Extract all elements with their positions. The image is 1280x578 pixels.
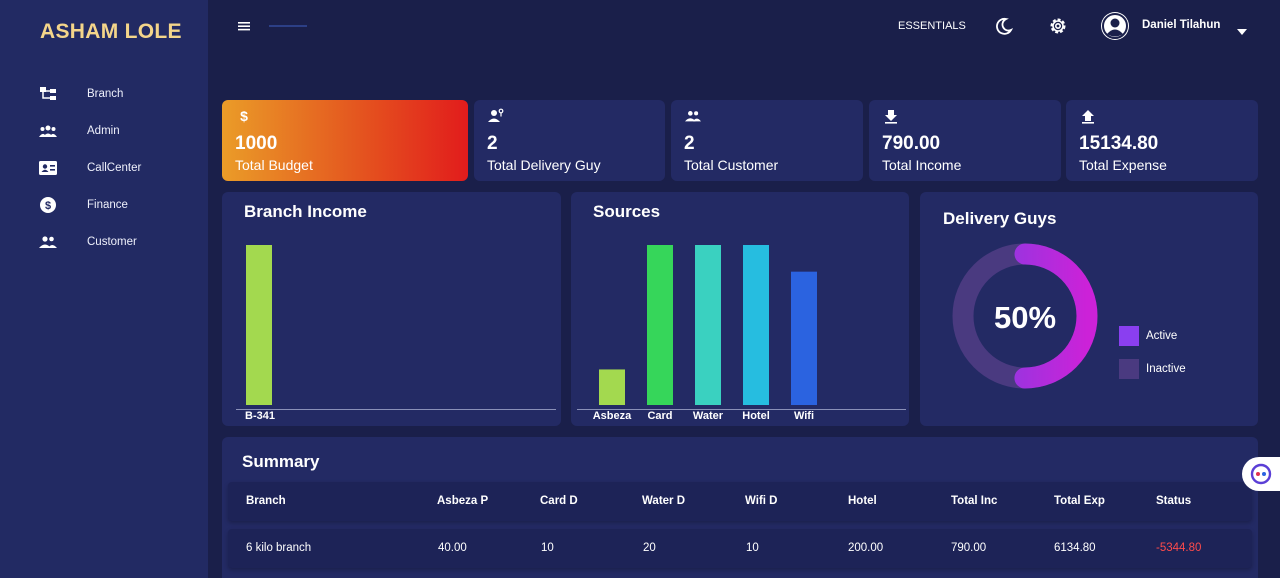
moon-icon[interactable]: [995, 17, 1014, 35]
sources-chart: Asbeza Card Water Hotel Wifi: [577, 245, 906, 422]
branch-income-panel: Branch Income B-341: [222, 192, 561, 426]
bar-b-341[interactable]: [246, 245, 272, 405]
stat-card-total-income[interactable]: 790.00 Total Income: [869, 100, 1061, 181]
column-header[interactable]: Wifi D: [745, 495, 777, 507]
stat-label: Total Income: [882, 157, 962, 173]
table-cell: 6134.80: [1054, 542, 1096, 554]
stat-label: Total Customer: [684, 157, 779, 173]
brand-logo[interactable]: ASHAM LOLE: [40, 20, 182, 44]
stat-card-total-delivery-guy[interactable]: 2 Total Delivery Guy: [474, 100, 665, 181]
status-value: -5344.80: [1156, 542, 1202, 554]
legend-swatch: [1119, 359, 1139, 379]
x-tick-label: Wifi: [794, 410, 814, 422]
upload-icon: [1080, 108, 1096, 124]
svg-text:$: $: [240, 108, 248, 124]
column-header[interactable]: Total Inc: [951, 495, 997, 507]
table-header: Branch Asbeza P Card D Water D Wifi D Ho…: [228, 482, 1252, 521]
user-avatar-icon[interactable]: [1101, 12, 1129, 40]
delivery-guys-donut: 50%: [952, 243, 1098, 389]
sidebar-item-label: Branch: [87, 88, 124, 100]
column-header[interactable]: Hotel: [848, 495, 877, 507]
bot-icon: [1250, 463, 1272, 485]
bar-water[interactable]: [695, 245, 721, 405]
table-cell: 790.00: [951, 542, 987, 554]
sidebar-item-finance[interactable]: $ Finance: [0, 188, 208, 222]
sidebar-item-customer[interactable]: Customer: [0, 225, 208, 259]
sidebar-item-label: Customer: [87, 236, 137, 248]
legend-item-inactive[interactable]: Inactive: [1119, 359, 1186, 379]
x-tick-label: Water: [693, 410, 724, 422]
assistant-bot-button[interactable]: [1242, 457, 1280, 491]
sidebar-item-label: Finance: [87, 199, 128, 211]
progress-line: [269, 25, 307, 27]
branch-income-chart: B-341: [236, 245, 556, 422]
dollar-circle-icon: $: [39, 196, 57, 214]
sidebar-item-label: Admin: [87, 125, 120, 137]
column-header[interactable]: Total Exp: [1054, 495, 1105, 507]
menu-icon[interactable]: [236, 18, 252, 34]
delivery-person-icon: [488, 108, 504, 124]
sidebar-item-callcenter[interactable]: CallCenter: [0, 151, 208, 185]
column-header[interactable]: Water D: [642, 495, 685, 507]
stat-value: 15134.80: [1079, 133, 1159, 154]
people-icon: [39, 233, 57, 251]
stat-value: 790.00: [882, 133, 941, 154]
group-icon: [39, 122, 57, 140]
sidebar-item-branch[interactable]: Branch: [0, 77, 208, 111]
stat-value: 1000: [235, 133, 278, 154]
sidebar-item-admin[interactable]: Admin: [0, 114, 208, 148]
column-header[interactable]: Status: [1156, 495, 1191, 507]
people-icon: [685, 108, 701, 124]
stat-label: Total Expense: [1079, 157, 1167, 173]
sidebar-item-label: CallCenter: [87, 162, 142, 174]
sidebar: ASHAM LOLE Branch Admin CallCenter $ Fin…: [0, 0, 208, 578]
x-tick-label: B-341: [245, 410, 275, 422]
dollar-icon: $: [236, 108, 252, 124]
topbar: ESSENTIALS Daniel Tilahun: [208, 0, 1280, 56]
table-cell: 6 kilo branch: [246, 542, 312, 554]
delivery-guys-panel: Delivery Guys 50% Active Inactive: [920, 192, 1258, 426]
column-header[interactable]: Asbeza P: [437, 495, 488, 507]
essentials-link[interactable]: ESSENTIALS: [898, 20, 966, 32]
legend-label: Inactive: [1146, 363, 1186, 375]
sources-panel: Sources Asbeza Card Water Hotel Wifi: [571, 192, 909, 426]
legend-swatch: [1119, 326, 1139, 346]
stat-value: 2: [684, 133, 695, 154]
summary-panel: Summary Branch Asbeza P Card D Water D W…: [222, 437, 1258, 578]
gear-icon[interactable]: [1048, 16, 1068, 36]
stat-card-total-budget[interactable]: $ 1000 Total Budget: [222, 100, 468, 181]
column-header[interactable]: Branch: [246, 495, 286, 507]
bar-asbeza[interactable]: [599, 369, 625, 405]
user-name[interactable]: Daniel Tilahun: [1142, 19, 1220, 31]
table-cell: 200.00: [848, 542, 884, 554]
column-header[interactable]: Card D: [540, 495, 578, 507]
table-cell: 10: [541, 542, 554, 554]
bar-card[interactable]: [647, 245, 673, 405]
donut-center-label: 50%: [994, 300, 1056, 335]
stat-card-total-expense[interactable]: 15134.80 Total Expense: [1066, 100, 1258, 181]
stat-value: 2: [487, 133, 498, 154]
x-tick-label: Asbeza: [593, 410, 632, 422]
caret-down-icon[interactable]: [1237, 23, 1247, 35]
bar-hotel[interactable]: [743, 245, 769, 405]
stat-card-total-customer[interactable]: 2 Total Customer: [671, 100, 863, 181]
bar-wifi[interactable]: [791, 271, 817, 405]
sitemap-icon: [39, 85, 57, 103]
svg-text:$: $: [45, 200, 51, 212]
legend-item-active[interactable]: Active: [1119, 326, 1177, 346]
stat-label: Total Delivery Guy: [487, 157, 601, 173]
table-cell: 20: [643, 542, 656, 554]
download-icon: [883, 108, 899, 124]
x-tick-label: Hotel: [742, 410, 770, 422]
summary-title: Summary: [242, 452, 320, 471]
stat-label: Total Budget: [235, 157, 313, 173]
table-cell: 40.00: [438, 542, 467, 554]
legend-label: Active: [1146, 330, 1178, 342]
contact-card-icon: [39, 159, 57, 177]
table-row[interactable]: 6 kilo branch 40.00 10 20 10 200.00 790.…: [228, 529, 1252, 568]
x-tick-label: Card: [647, 410, 672, 422]
table-cell: 10: [746, 542, 759, 554]
